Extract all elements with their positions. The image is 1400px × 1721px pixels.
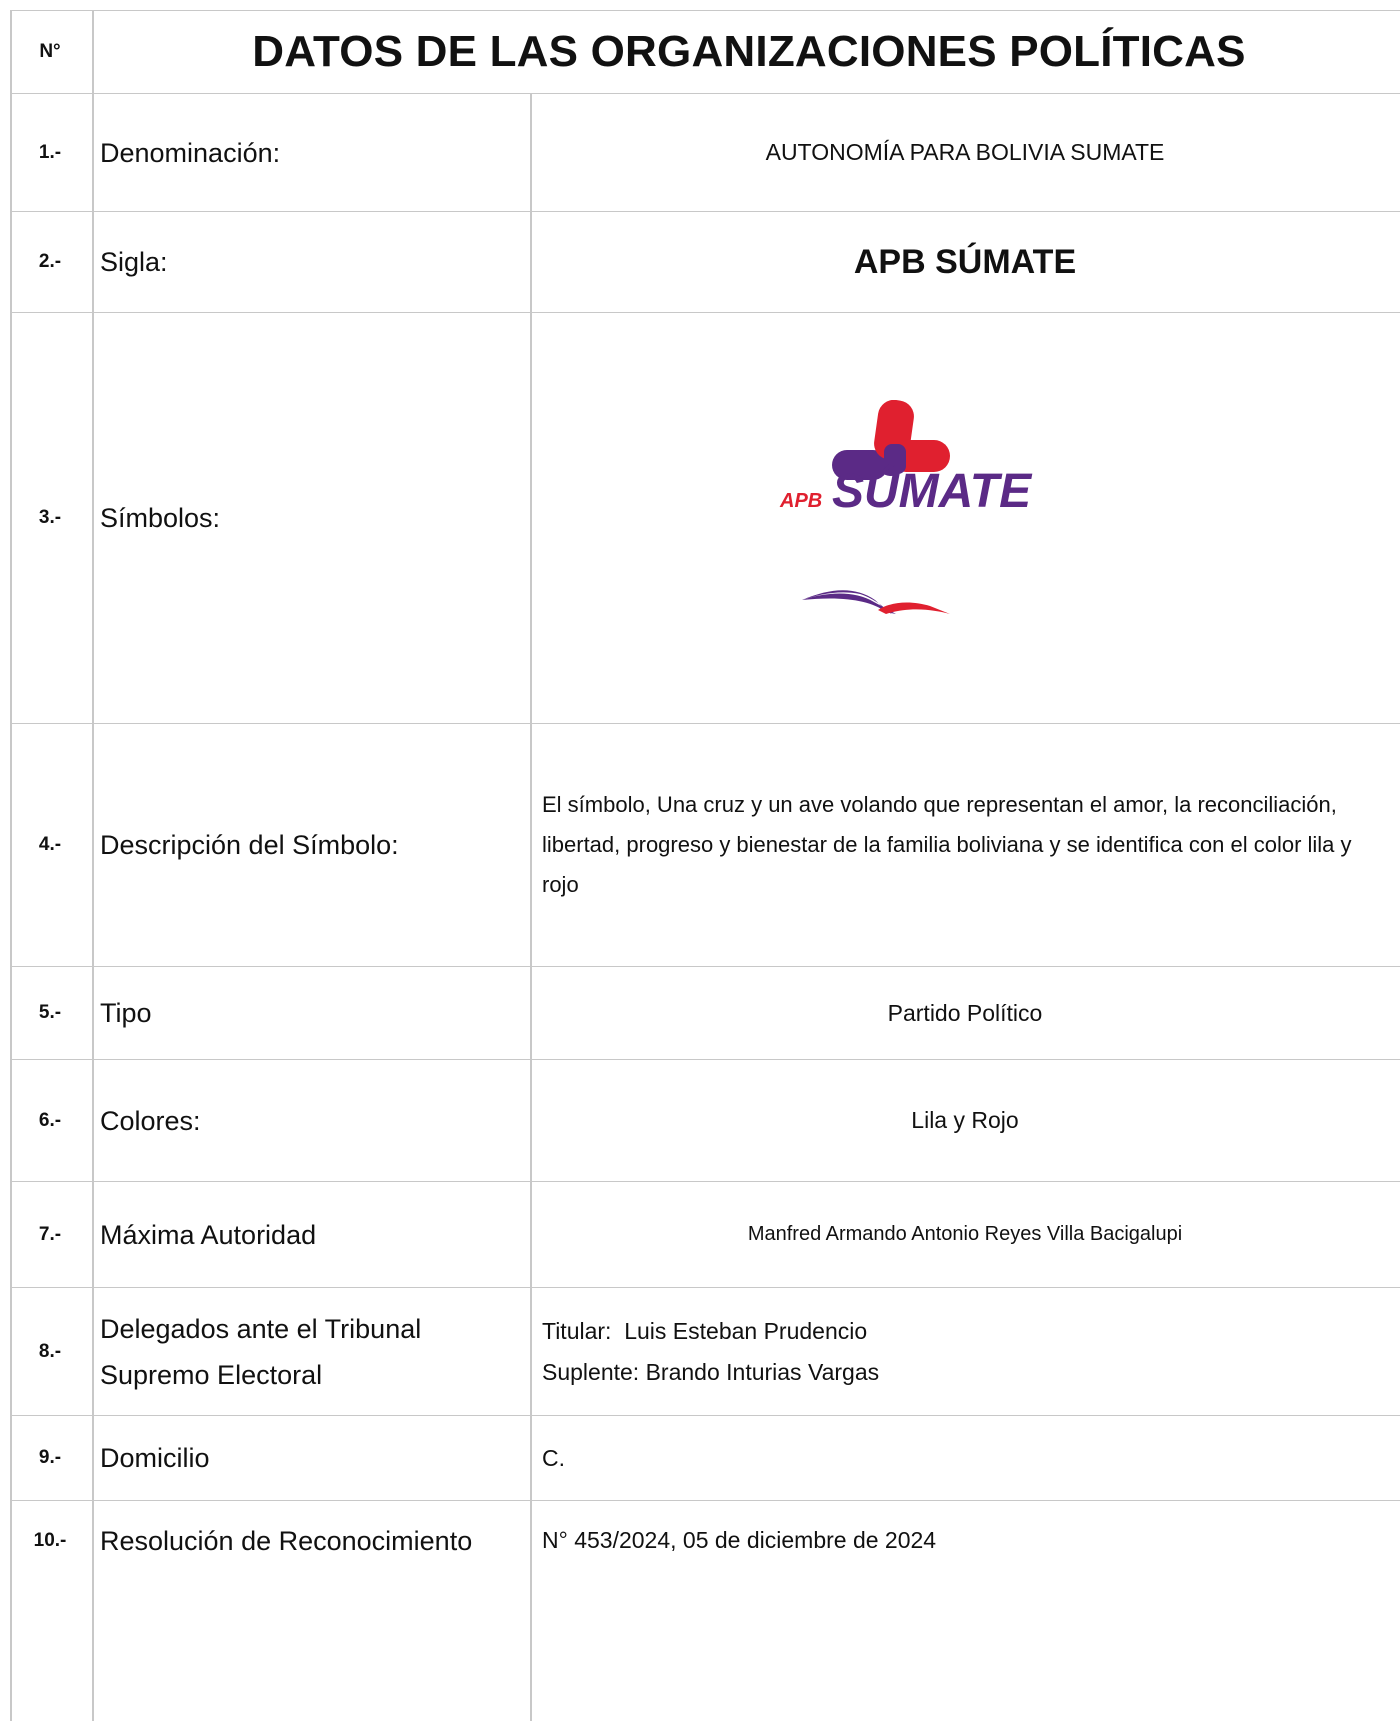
row-number: 4.- — [38, 834, 62, 855]
row-number: 5.- — [38, 1002, 62, 1023]
row-sigla: 2.- Sigla: APB SÚMATE — [10, 211, 1400, 312]
row-colores: 6.- Colores: Lila y Rojo — [10, 1059, 1400, 1181]
row-label: Denominación: — [100, 137, 281, 168]
row-value: Titular: Luis Esteban Prudencio Suplente… — [542, 1288, 1388, 1415]
logo-name: SÚMATE — [832, 464, 1033, 518]
row-number: 9.- — [38, 1447, 62, 1468]
row-label: Delegados ante el Tribunal Supremo Elect… — [100, 1313, 422, 1390]
row-value: Lila y Rojo — [911, 1107, 1019, 1133]
row-value: AUTONOMÍA PARA BOLIVIA SUMATE — [765, 139, 1165, 165]
row-label: Tipo — [100, 998, 152, 1028]
row-value: C. — [542, 1444, 565, 1471]
column-divider — [92, 10, 94, 1721]
page-title: DATOS DE LAS ORGANIZACIONES POLÍTICAS — [252, 27, 1246, 76]
row-number: 7.- — [38, 1223, 62, 1245]
row-resolucion: 10.- Resolución de Reconocimiento N° 453… — [10, 1500, 1400, 1580]
row-number: 2.- — [38, 251, 62, 272]
row-denominacion: 1.- Denominación: AUTONOMÍA PARA BOLIVIA… — [10, 93, 1400, 211]
row-delegados: 8.- Delegados ante el Tribunal Supremo E… — [10, 1287, 1400, 1415]
row-value: Manfred Armando Antonio Reyes Villa Baci… — [747, 1223, 1183, 1245]
row-label: Máxima Autoridad — [100, 1219, 317, 1250]
row-simbolos: 3.- Símbolos: — [10, 312, 1400, 723]
delegado-suplente: Suplente: Brando Inturias Vargas — [542, 1358, 880, 1385]
row-value: N° 453/2024, 05 de diciembre de 2024 — [542, 1527, 937, 1553]
row-descripcion: 4.- Descripción del Símbolo: El símbolo,… — [10, 723, 1400, 966]
row-value: El símbolo, Una cruz y un ave volando qu… — [542, 792, 1352, 897]
row-value: APB SÚMATE — [853, 242, 1077, 281]
row-label: Resolución de Reconocimiento — [100, 1525, 473, 1556]
row-number: 8.- — [38, 1340, 62, 1362]
column-divider — [10, 10, 12, 1721]
row-value: Partido Político — [887, 999, 1043, 1026]
row-number: 6.- — [38, 1109, 62, 1131]
logo-prefix: APB — [779, 490, 822, 512]
column-divider — [530, 93, 532, 1721]
row-label: Colores: — [100, 1105, 201, 1136]
bird-icon — [802, 590, 950, 614]
row-tipo: 5.- Tipo Partido Político — [10, 966, 1400, 1059]
party-logo: APB SÚMATE — [779, 400, 1033, 614]
row-number: 1.- — [38, 141, 62, 163]
row-label: Descripción del Símbolo: — [100, 830, 399, 860]
number-header: N° — [39, 41, 61, 62]
row-label: Domicilio — [100, 1443, 210, 1473]
document-table: N° DATOS DE LAS ORGANIZACIONES POLÍTICAS… — [10, 10, 1400, 1721]
row-label: Símbolos: — [100, 503, 221, 533]
row-maxima-autoridad: 7.- Máxima Autoridad Manfred Armando Ant… — [10, 1181, 1400, 1287]
delegado-titular: Titular: Luis Esteban Prudencio — [542, 1317, 868, 1344]
row-domicilio: 9.- Domicilio C. — [10, 1415, 1400, 1500]
row-label: Sigla: — [100, 247, 168, 277]
row-number: 3.- — [38, 507, 62, 528]
row-number: 10.- — [33, 1529, 67, 1551]
header-row: N° DATOS DE LAS ORGANIZACIONES POLÍTICAS — [10, 10, 1400, 93]
